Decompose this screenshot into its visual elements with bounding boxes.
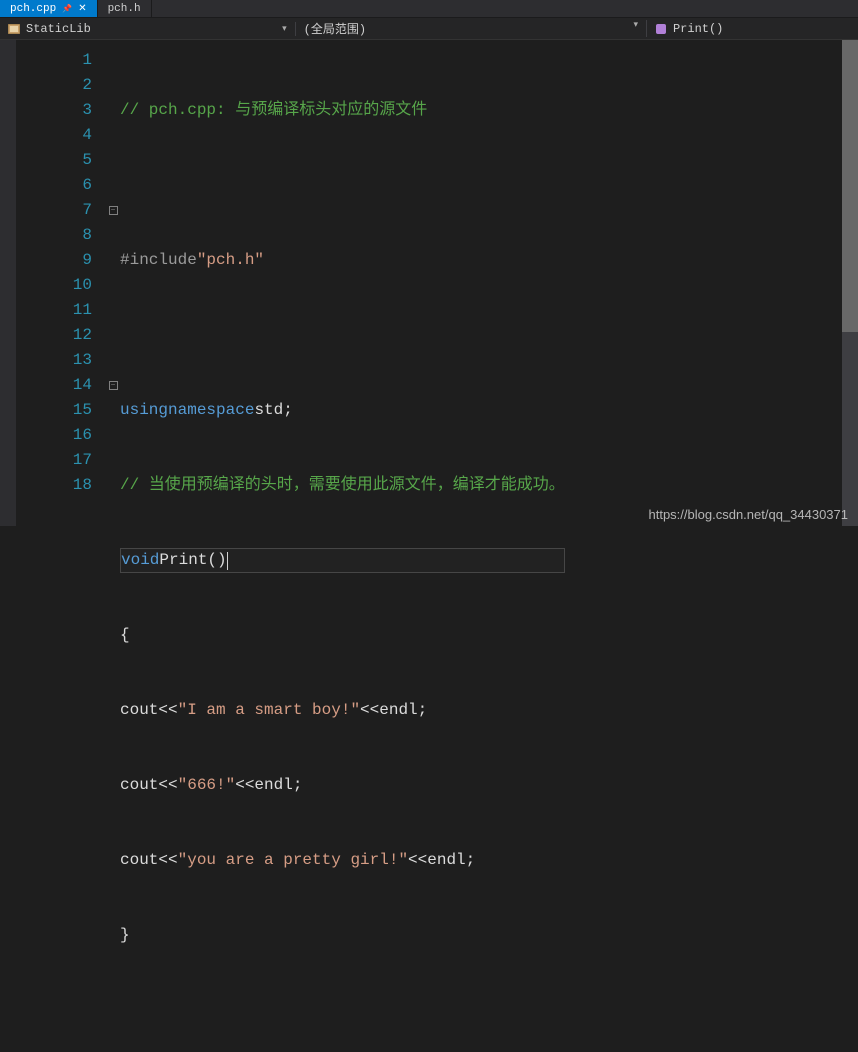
scope-label: (全局范围) [304, 23, 366, 37]
brace: { [120, 623, 130, 648]
project-label: StaticLib [26, 22, 91, 36]
operator: << [408, 848, 427, 873]
comment: // pch.cpp: 与预编译标头对应的源文件 [120, 98, 427, 123]
document-tab-bar: pch.cpp 📌 ✕ pch.h [0, 0, 858, 18]
tab-label: pch.cpp [10, 3, 56, 15]
string-literal: "I am a smart boy!" [178, 698, 360, 723]
fold-toggle[interactable]: − [109, 381, 118, 390]
brace: } [120, 923, 130, 948]
include-file: "pch.h" [197, 248, 264, 273]
string-literal: "you are a pretty girl!" [178, 848, 408, 873]
pin-icon[interactable]: 📌 [62, 4, 72, 14]
identifier: cout [120, 848, 158, 873]
identifier: std [254, 398, 283, 423]
identifier: endl [379, 698, 417, 723]
keyword: namespace [168, 398, 254, 423]
operator: << [235, 773, 254, 798]
watermark: https://blog.csdn.net/qq_34430371 [649, 507, 849, 522]
identifier: cout [120, 773, 158, 798]
vertical-scrollbar[interactable] [842, 40, 858, 526]
project-icon [8, 24, 20, 34]
operator: << [360, 698, 379, 723]
code-content[interactable]: // pch.cpp: 与预编译标头对应的源文件 #include "pch.h… [120, 40, 565, 526]
tab-pch-h[interactable]: pch.h [98, 0, 152, 17]
close-icon[interactable]: ✕ [78, 3, 86, 15]
operator: << [158, 698, 177, 723]
member-label: Print() [673, 22, 723, 36]
operator: << [158, 848, 177, 873]
scrollbar-thumb[interactable] [842, 40, 858, 332]
text-caret [227, 552, 228, 570]
editor-area: 123456 789101112 131415161718 − − // pch… [0, 40, 858, 526]
preproc-keyword: #include [120, 248, 197, 273]
tab-pch-cpp[interactable]: pch.cpp 📌 ✕ [0, 0, 98, 17]
string-literal: "666!" [178, 773, 236, 798]
navigation-bar: StaticLib ▾ (全局范围) ▾ Print() [0, 18, 858, 40]
chevron-down-icon: ▾ [633, 20, 638, 30]
identifier: cout [120, 698, 158, 723]
line-number-gutter: 123456 789101112 131415161718 [16, 40, 106, 526]
project-dropdown[interactable]: StaticLib ▾ [0, 22, 296, 36]
keyword: using [120, 398, 168, 423]
scope-dropdown[interactable]: (全局范围) ▾ [296, 20, 647, 37]
code-editor[interactable]: 123456 789101112 131415161718 − − // pch… [16, 40, 858, 526]
member-dropdown[interactable]: Print() [647, 22, 858, 36]
tab-label: pch.h [108, 3, 141, 15]
fold-toggle[interactable]: − [109, 206, 118, 215]
operator: << [158, 773, 177, 798]
type-keyword: void [121, 548, 159, 573]
function-icon [655, 23, 667, 35]
identifier: endl [427, 848, 465, 873]
fold-gutter: − − [106, 40, 120, 526]
comment: // 当使用预编译的头时，需要使用此源文件，编译才能成功。 [120, 473, 565, 498]
chevron-down-icon: ▾ [282, 24, 287, 34]
identifier: endl [254, 773, 292, 798]
side-gutter [0, 40, 16, 526]
function-name: Print [159, 548, 207, 573]
